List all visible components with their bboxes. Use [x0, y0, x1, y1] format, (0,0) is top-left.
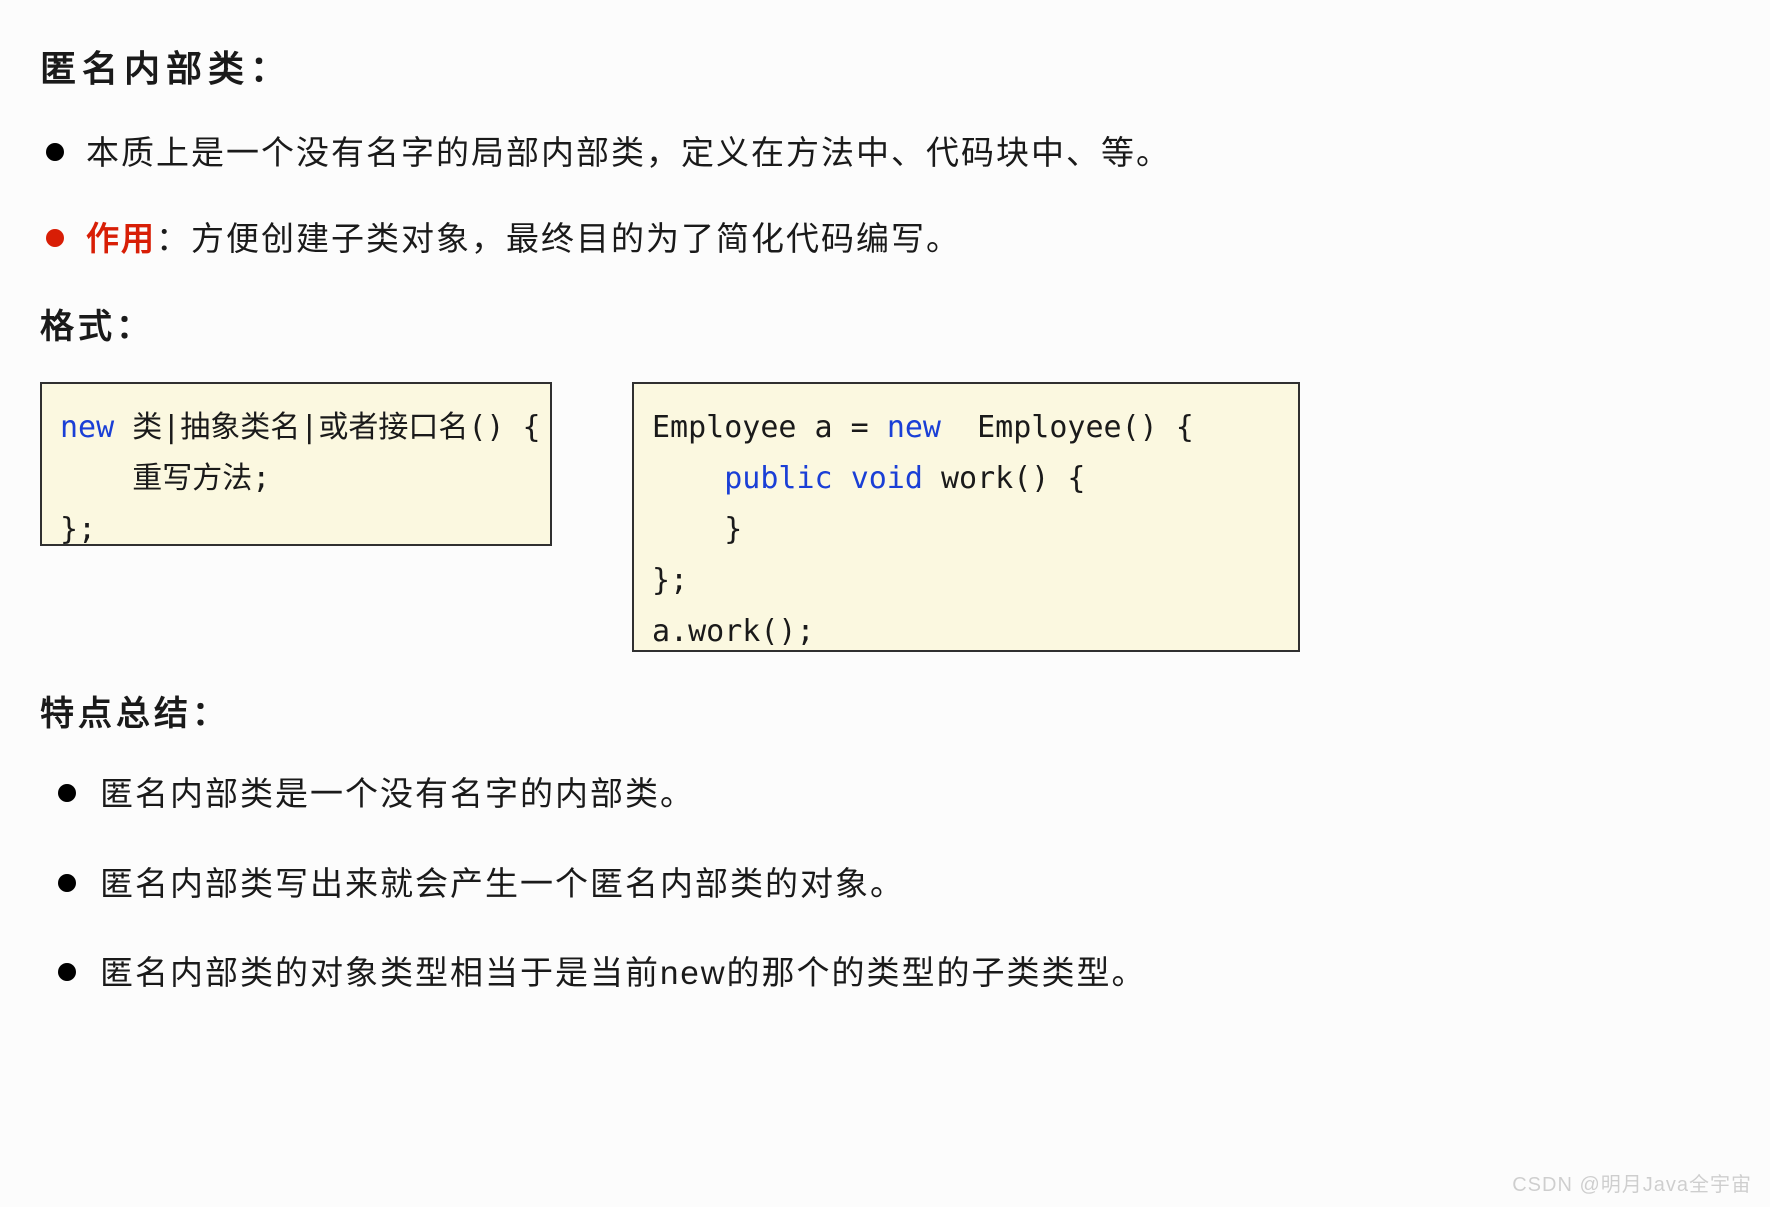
code-right-l3: }	[652, 512, 742, 547]
summary-bullet-2-text: 匿名内部类写出来就会产生一个匿名内部类的对象。	[100, 865, 905, 902]
summary-bullet-3: 匿名内部类的对象类型相当于是当前new的那个的类型的子类类型。	[40, 948, 1730, 998]
kw-public: public	[724, 461, 832, 496]
purpose-bullet: 作用：方便创建子类对象，最终目的为了简化代码编写。	[40, 214, 1730, 264]
summary-bullet-2: 匿名内部类写出来就会产生一个匿名内部类的对象。	[40, 859, 1730, 909]
summary-list: 匿名内部类是一个没有名字的内部类。 匿名内部类写出来就会产生一个匿名内部类的对象…	[40, 769, 1730, 998]
summary-bullet-1: 匿名内部类是一个没有名字的内部类。	[40, 769, 1730, 819]
kw-new-left: new	[60, 410, 114, 445]
code-row: new 类|抽象类名|或者接口名() { 重写方法; }; Employee a…	[40, 382, 1730, 652]
intro-bullet-1: 本质上是一个没有名字的局部内部类，定义在方法中、代码块中、等。	[40, 128, 1730, 178]
code-box-template: new 类|抽象类名|或者接口名() { 重写方法; };	[40, 382, 552, 546]
heading-summary: 特点总结：	[40, 686, 1730, 735]
heading-format: 格式：	[40, 299, 1730, 348]
code-right-l1a: Employee a =	[652, 410, 887, 445]
intro-list: 本质上是一个没有名字的局部内部类，定义在方法中、代码块中、等。 作用：方便创建子…	[40, 128, 1730, 263]
kw-void: void	[851, 461, 923, 496]
code-right-l2indent	[652, 461, 724, 496]
summary-bullet-3-text: 匿名内部类的对象类型相当于是当前new的那个的类型的子类类型。	[100, 954, 1147, 991]
watermark: CSDN @明月Java全宇宙	[1512, 1168, 1752, 1197]
document-page: 匿名内部类： 本质上是一个没有名字的局部内部类，定义在方法中、代码块中、等。 作…	[0, 0, 1770, 1207]
heading-title: 匿名内部类：	[40, 40, 1730, 92]
code-right-l5: a.work();	[652, 614, 815, 649]
purpose-label: 作用	[86, 220, 156, 257]
code-right-l1b: Employee() {	[941, 410, 1194, 445]
intro-bullet-1-text: 本质上是一个没有名字的局部内部类，定义在方法中、代码块中、等。	[86, 134, 1171, 171]
code-left-l3: };	[60, 512, 96, 547]
summary-bullet-1-text: 匿名内部类是一个没有名字的内部类。	[100, 775, 695, 812]
summary-section: 特点总结： 匿名内部类是一个没有名字的内部类。 匿名内部类写出来就会产生一个匿名…	[40, 686, 1730, 998]
code-left-l1: 类|抽象类名|或者接口名() {	[114, 410, 540, 445]
code-box-example: Employee a = new Employee() { public voi…	[632, 382, 1300, 652]
code-right-l2rest: work() {	[923, 461, 1086, 496]
code-left-l2: 重写方法;	[60, 461, 270, 496]
code-right-l4: };	[652, 563, 688, 598]
purpose-text: ：方便创建子类对象，最终目的为了简化代码编写。	[156, 220, 961, 257]
kw-new-right: new	[887, 410, 941, 445]
